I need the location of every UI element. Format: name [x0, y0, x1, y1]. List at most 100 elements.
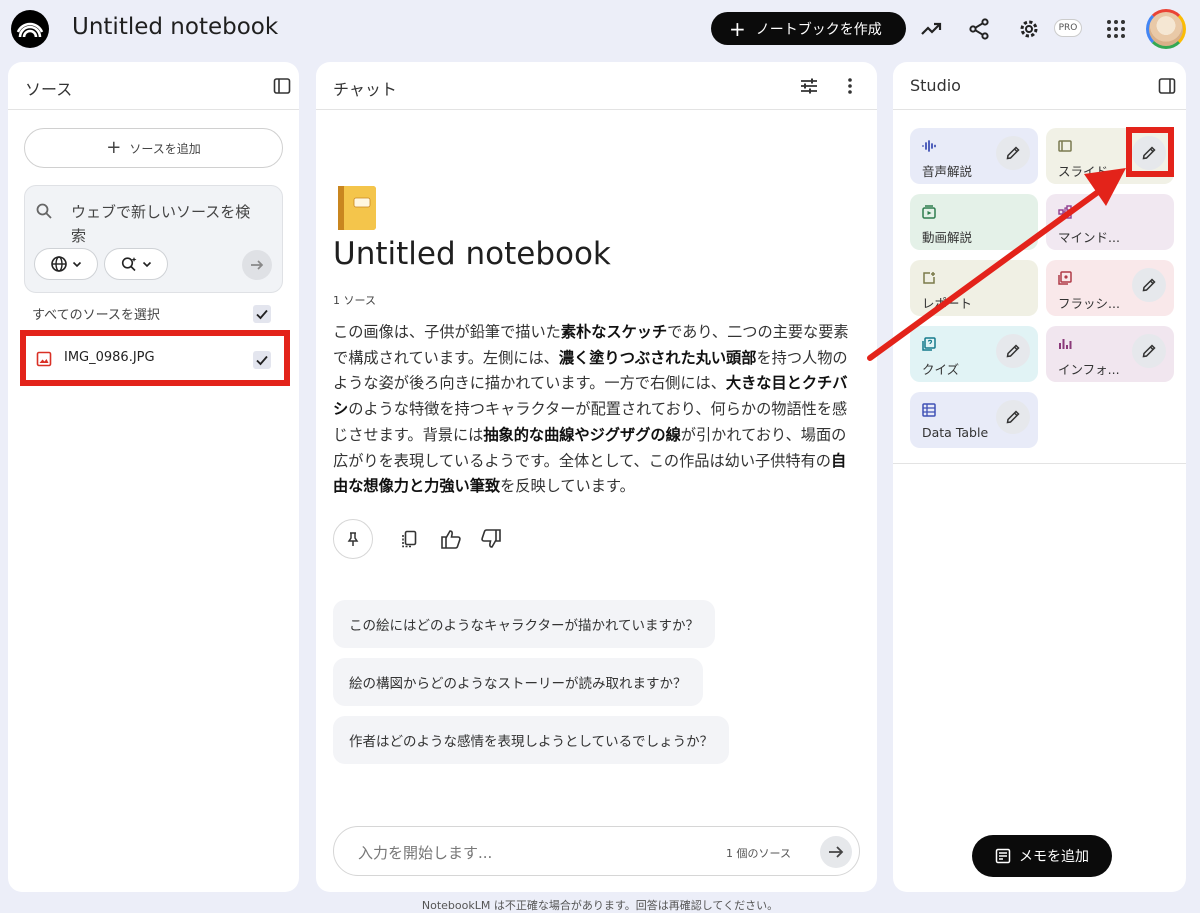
- pin-icon: [347, 532, 359, 546]
- note-icon: [995, 848, 1011, 864]
- source-count: 1 ソース: [333, 294, 376, 307]
- research-mode-chip[interactable]: [104, 248, 168, 280]
- save-to-note-button[interactable]: [333, 519, 373, 559]
- slides-icon: [1058, 138, 1072, 152]
- flashcard-icon: [1058, 270, 1072, 285]
- globe-icon: [51, 256, 67, 272]
- copy-icon: [402, 530, 417, 548]
- edit-pencil-icon[interactable]: [996, 334, 1030, 368]
- thumbs-up-icon: [441, 530, 461, 549]
- thumbs-up-button[interactable]: [439, 527, 463, 551]
- collapse-panel-icon[interactable]: [1155, 74, 1179, 98]
- notebook-title[interactable]: Untitled notebook: [72, 14, 278, 40]
- summary-emphasis: 抽象的な曲線やジグザグの線: [483, 425, 681, 444]
- search-icon: [35, 202, 53, 224]
- video-icon: [922, 204, 936, 219]
- sources-title: ソース: [25, 80, 73, 99]
- sources-header: ソース: [8, 62, 299, 110]
- more-vert-icon[interactable]: [838, 74, 862, 98]
- studio-card[interactable]: マインド...: [1046, 194, 1174, 250]
- report-icon: [922, 270, 936, 284]
- mindmap-icon: [1058, 204, 1072, 219]
- sources-panel: ソース + ソースを追加 ウェブで新しいソースを検索 すべてのソースを選択 IM…: [8, 62, 299, 892]
- share-icon[interactable]: [964, 14, 994, 44]
- send-button[interactable]: [820, 836, 852, 868]
- plus-icon: +: [106, 137, 122, 158]
- quiz-icon: [922, 336, 936, 351]
- studio-card[interactable]: クイズ: [910, 326, 1038, 382]
- suggested-question[interactable]: 作者はどのような感情を表現しようとしているでしょうか？: [333, 716, 730, 764]
- notebooklm-logo-icon[interactable]: [11, 10, 49, 48]
- highlight-box: [1126, 127, 1174, 177]
- chat-input[interactable]: 入力を開始します...: [358, 842, 492, 863]
- settings-gear-icon[interactable]: [1014, 14, 1044, 44]
- chevron-down-icon: [72, 261, 82, 268]
- chat-source-count: 1 個のソース: [726, 847, 791, 860]
- user-avatar[interactable]: [1146, 9, 1186, 49]
- notebook-heading: Untitled notebook: [333, 236, 611, 272]
- tune-settings-icon[interactable]: [797, 74, 821, 98]
- select-all-checkbox[interactable]: [253, 305, 271, 323]
- add-note-button[interactable]: メモを追加: [972, 835, 1112, 877]
- studio-card[interactable]: インフォ...: [1046, 326, 1174, 382]
- studio-card-label: クイズ: [922, 362, 960, 377]
- studio-divider: [893, 463, 1186, 464]
- chat-panel: チャット Untitled notebook 1 ソース この画像は、子供が鉛筆…: [316, 62, 877, 892]
- studio-card[interactable]: 動画解説: [910, 194, 1038, 250]
- top-bar: Untitled notebook + ノートブックを作成 PRO: [0, 0, 1200, 58]
- studio-card[interactable]: 音声解説: [910, 128, 1038, 184]
- summary-emphasis: 素朴なスケッチ: [560, 323, 668, 341]
- edit-pencil-icon[interactable]: [1132, 334, 1166, 368]
- notebook-summary: この画像は、子供が鉛筆で描いた素朴なスケッチであり、二つの主要な要素で構成されて…: [333, 320, 861, 500]
- studio-card[interactable]: Data Table: [910, 392, 1038, 448]
- add-note-label: メモを追加: [1019, 849, 1089, 865]
- suggested-question[interactable]: この絵にはどのようなキャラクターが描かれていますか？: [333, 600, 716, 648]
- chat-input-box[interactable]: 入力を開始します... 1 個のソース: [333, 826, 860, 876]
- source-item[interactable]: IMG_0986.JPG: [20, 330, 290, 386]
- chat-header: チャット: [316, 62, 877, 110]
- waveform-icon: [922, 138, 936, 152]
- summary-text: を反映しています。: [500, 477, 635, 496]
- thumbs-down-button[interactable]: [479, 527, 503, 551]
- checkmark-icon: [256, 355, 268, 366]
- studio-card-label: Data Table: [922, 425, 989, 440]
- analytics-icon[interactable]: [916, 14, 946, 44]
- arrow-right-icon: [829, 846, 844, 858]
- edit-pencil-icon[interactable]: [996, 400, 1030, 434]
- studio-panel: Studio 音声解説 スライド... 動画解説 マインド... レポート フラッシ...…: [893, 62, 1186, 892]
- thumbs-down-icon: [481, 529, 501, 548]
- studio-card[interactable]: フラッシ...: [1046, 260, 1174, 316]
- web-search-input[interactable]: ウェブで新しいソースを検索: [71, 200, 261, 248]
- source-checkbox[interactable]: [253, 351, 271, 369]
- add-source-label: ソースを追加: [129, 141, 201, 156]
- apps-grid-icon[interactable]: [1101, 14, 1131, 44]
- select-all-label: すべてのソースを選択: [32, 308, 160, 323]
- table-icon: [922, 402, 936, 417]
- infographic-icon: [1058, 336, 1072, 350]
- search-submit-button[interactable]: [242, 250, 272, 280]
- sparkle-search-icon: [121, 257, 137, 272]
- web-source-chip[interactable]: [34, 248, 98, 280]
- studio-card-label: 音声解説: [922, 164, 973, 179]
- studio-card[interactable]: レポート: [910, 260, 1038, 316]
- summary-emphasis: 濃く塗りつぶされた丸い頭部: [558, 348, 757, 367]
- suggested-question[interactable]: 絵の構図からどのようなストーリーが読み取れますか？: [333, 658, 703, 706]
- notebook-emoji-icon: [338, 186, 376, 230]
- studio-card-label: 動画解説: [922, 230, 973, 245]
- studio-card-label: インフォ...: [1058, 362, 1120, 377]
- web-search-box[interactable]: ウェブで新しいソースを検索: [24, 185, 283, 293]
- edit-pencil-icon[interactable]: [1132, 268, 1166, 302]
- studio-header: Studio: [893, 62, 1186, 110]
- studio-card-label: フラッシ...: [1058, 296, 1120, 311]
- collapse-panel-icon[interactable]: [270, 74, 294, 98]
- source-name: IMG_0986.JPG: [64, 350, 155, 365]
- studio-card-label: レポート: [922, 296, 973, 311]
- create-notebook-label: ノートブックを作成: [755, 21, 882, 38]
- create-notebook-button[interactable]: + ノートブックを作成: [711, 12, 906, 45]
- edit-pencil-icon[interactable]: [996, 136, 1030, 170]
- disclaimer-footer: NotebookLM は不正確な場合があります。回答は再確認してください。: [421, 899, 779, 912]
- studio-card-label: マインド...: [1058, 230, 1120, 245]
- summary-text: この画像は、子供が鉛筆で描いた: [333, 323, 561, 341]
- copy-button[interactable]: [397, 527, 421, 551]
- add-source-button[interactable]: + ソースを追加: [24, 128, 283, 168]
